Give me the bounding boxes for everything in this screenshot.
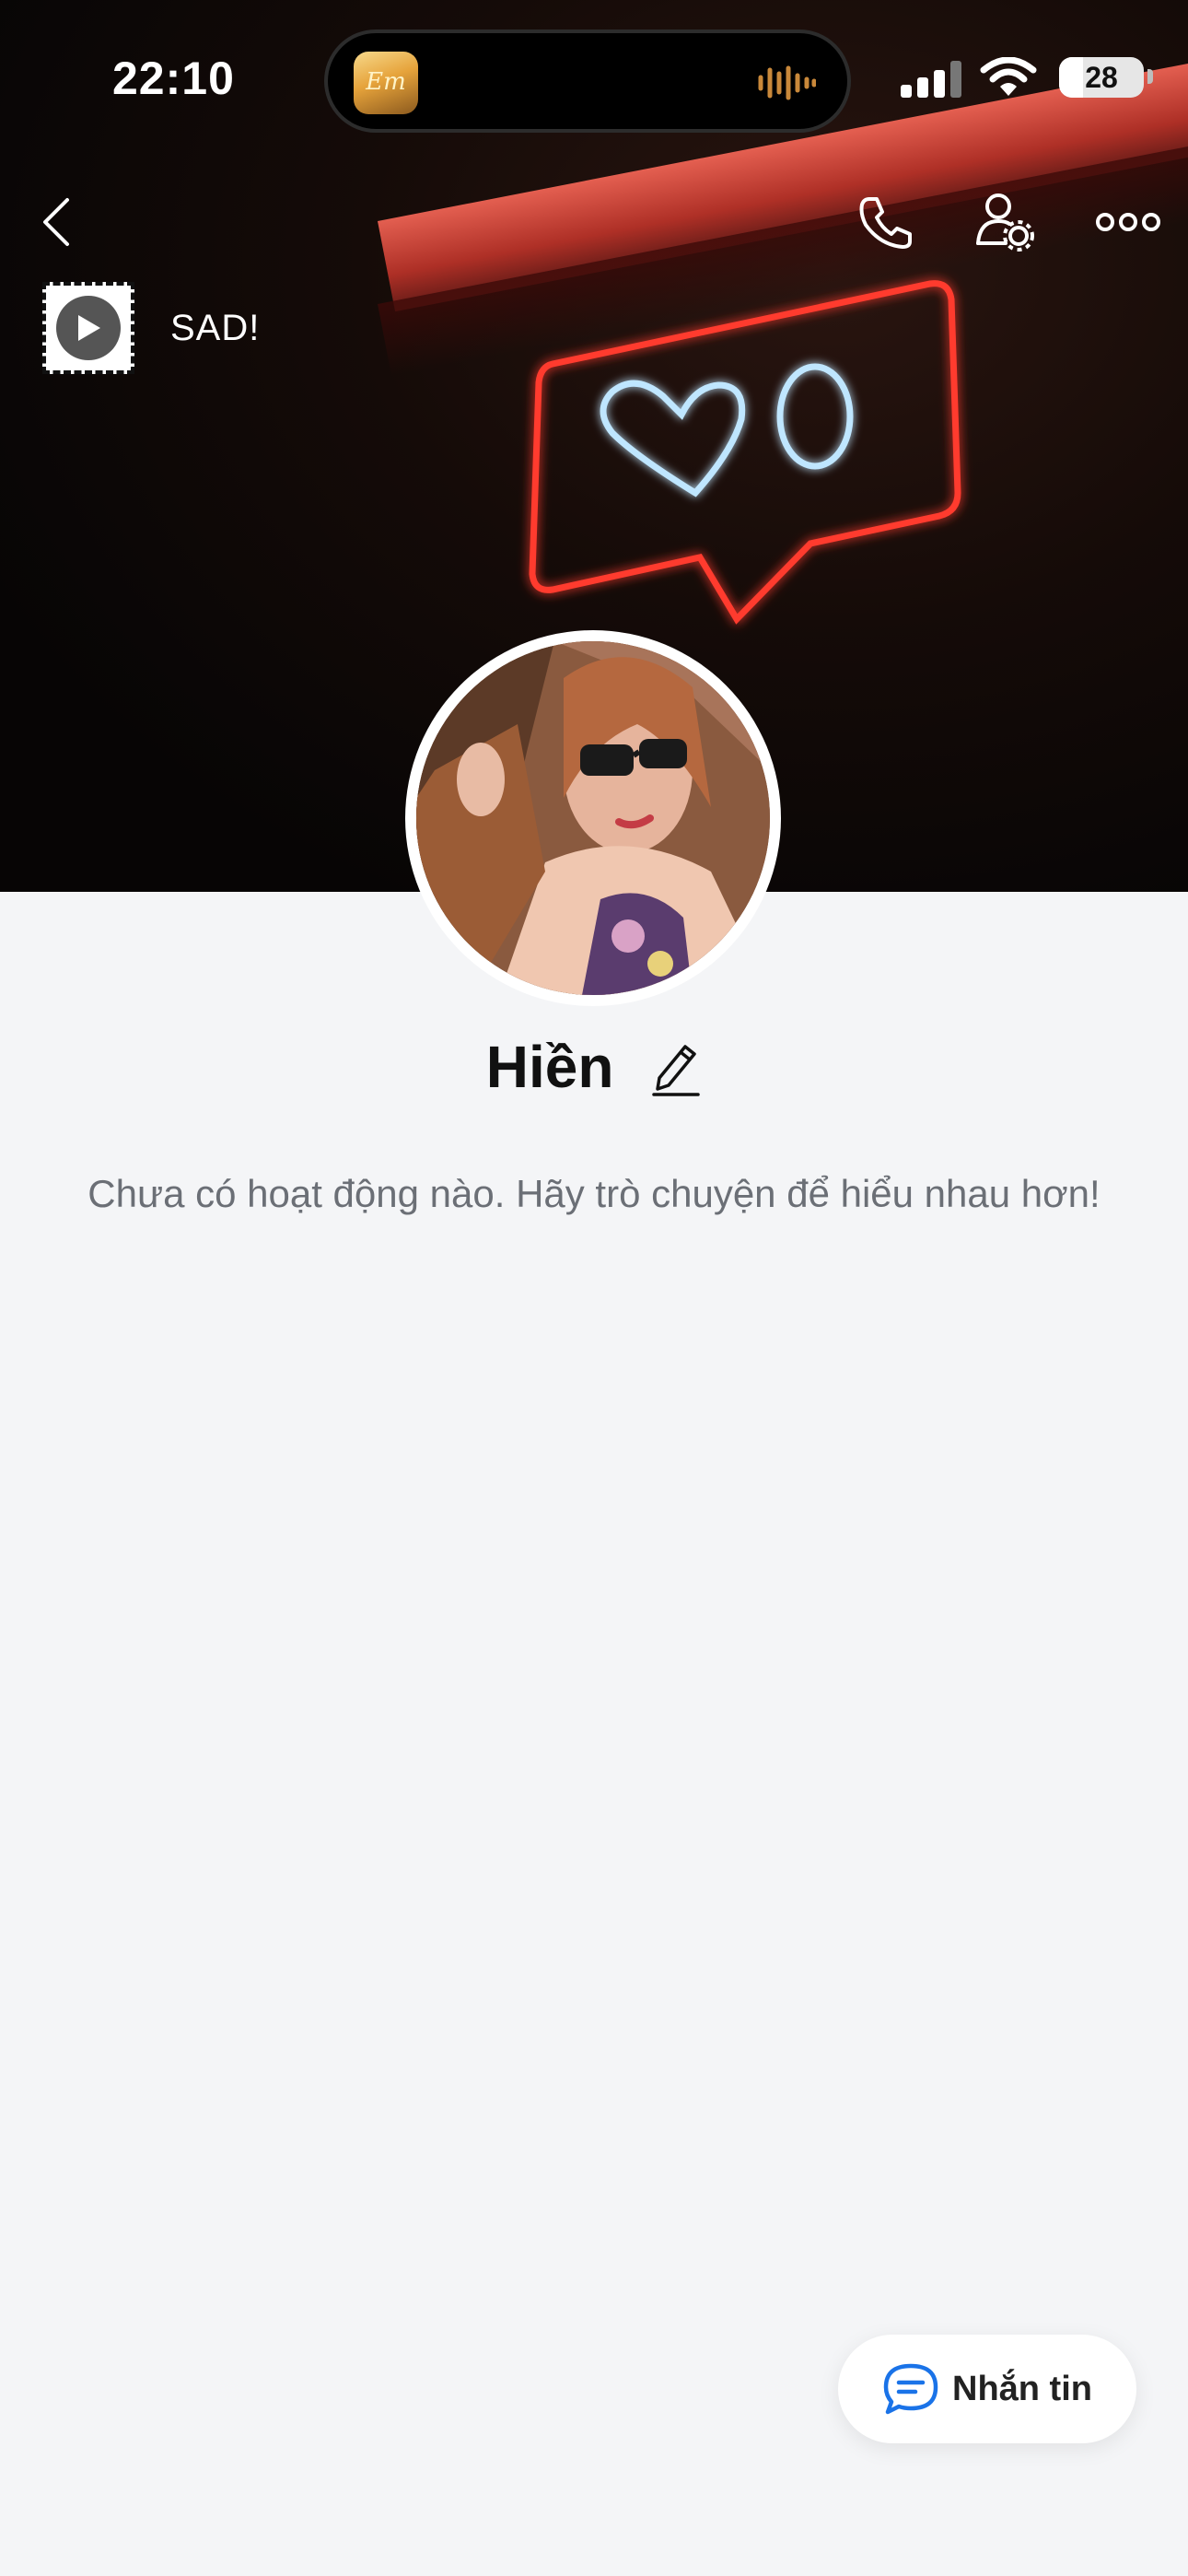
send-message-button[interactable]: Nhắn tin xyxy=(838,2335,1136,2443)
cellular-signal-icon xyxy=(901,61,961,98)
play-icon xyxy=(78,315,100,341)
status-bar: 22:10 Em 28 xyxy=(0,0,1188,157)
avatar-portrait xyxy=(416,641,770,995)
music-app-icon[interactable]: Em xyxy=(354,52,418,114)
profile-name: Hiền xyxy=(485,1034,614,1101)
back-button[interactable] xyxy=(15,181,98,263)
dynamic-island[interactable]: Em xyxy=(324,29,851,133)
battery-tip xyxy=(1147,69,1153,84)
status-time: 22:10 xyxy=(112,53,235,104)
profile-music-thumbnail[interactable] xyxy=(42,282,134,374)
profile-music-title[interactable]: SAD! xyxy=(170,308,260,349)
contact-settings-button[interactable] xyxy=(963,181,1046,263)
wifi-icon xyxy=(980,57,1037,96)
audio-waveform-icon xyxy=(758,65,816,100)
more-horizontal-icon xyxy=(1096,213,1160,231)
call-button[interactable] xyxy=(844,181,926,263)
music-play-button[interactable] xyxy=(56,296,121,360)
user-settings-icon xyxy=(976,193,1034,252)
chevron-left-icon xyxy=(43,198,69,246)
empty-activity-message: Chưa có hoạt động nào. Hãy trò chuyện để… xyxy=(87,1172,1101,1215)
pencil-icon[interactable] xyxy=(650,1037,702,1096)
more-button[interactable] xyxy=(1087,181,1170,263)
phone-icon xyxy=(859,197,912,249)
battery-percent: 28 xyxy=(1085,61,1118,94)
send-message-label: Nhắn tin xyxy=(952,2369,1092,2408)
avatar-photo xyxy=(416,641,770,995)
avatar[interactable] xyxy=(405,630,781,1006)
status-indicators: 28 xyxy=(877,55,1153,100)
profile-name-row: Hiền xyxy=(0,1028,1188,1101)
music-app-icon-label: Em xyxy=(366,68,406,96)
chat-bubble-icon xyxy=(883,2363,938,2415)
battery-indicator: 28 xyxy=(1059,57,1144,98)
